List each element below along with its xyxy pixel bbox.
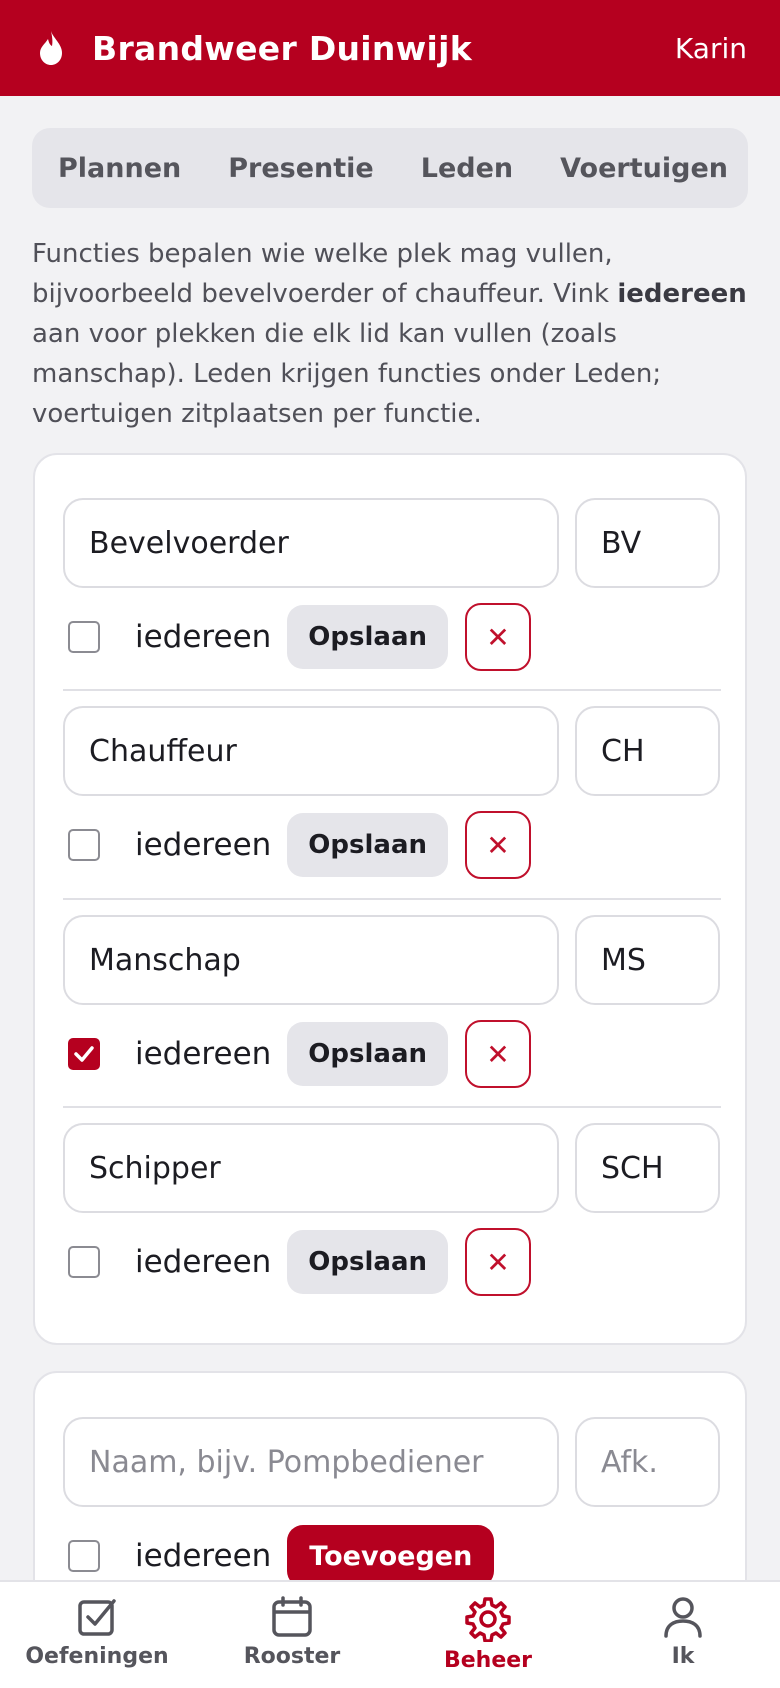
checkmark-icon [74,1046,94,1062]
everyone-label: iedereen [135,1538,272,1574]
function-name-input[interactable]: Bevelvoerder [63,498,559,588]
close-icon: ✕ [486,1245,510,1279]
delete-button[interactable]: ✕ [465,1228,531,1296]
delete-button[interactable]: ✕ [465,811,531,879]
close-icon: ✕ [486,620,510,654]
function-name-input[interactable]: Manschap [63,915,559,1005]
app-header: Brandweer Duinwijk Karin [0,0,780,96]
everyone-checkbox[interactable] [68,829,100,861]
checkbox-icon [78,1599,116,1636]
save-button[interactable]: Opslaan [287,1230,448,1294]
function-abbr-input[interactable]: MS [575,915,720,1005]
intro-text: Functies bepalen wie welke plek mag vull… [32,234,748,434]
nav-label: Beheer [443,1648,533,1673]
everyone-checkbox[interactable] [68,621,100,653]
add-button[interactable]: Toevoegen [287,1525,495,1587]
new-function-abbr-input[interactable]: Afk. [575,1417,720,1507]
admin-tabs: Plannen Presentie Leden Voertuigen [32,128,748,208]
everyone-label: iedereen [135,619,272,655]
everyone-checkbox[interactable] [68,1246,100,1278]
everyone-checkbox[interactable] [68,1540,100,1572]
function-abbr-input[interactable]: BV [575,498,720,588]
tab-voertuigen[interactable]: Voertuigen [560,153,728,184]
function-name-input[interactable]: Schipper [63,1123,559,1213]
gear-icon [465,1597,511,1642]
user-name[interactable]: Karin [675,32,747,65]
save-button[interactable]: Opslaan [287,1022,448,1086]
nav-label: Rooster [243,1644,341,1669]
tab-presentie[interactable]: Presentie [228,153,374,184]
function-name-input[interactable]: Chauffeur [63,706,559,796]
everyone-checkbox[interactable] [68,1038,100,1070]
close-icon: ✕ [486,1037,510,1071]
intro-text-part: Functies bepalen wie welke plek mag vull… [32,239,618,309]
everyone-label: iedereen [135,827,272,863]
nav-rooster[interactable]: Rooster [197,1596,387,1669]
function-abbr-input[interactable]: CH [575,706,720,796]
calendar-icon [272,1596,312,1637]
bottom-nav: Oefeningen Rooster Beheer Ik [0,1580,780,1688]
delete-button[interactable]: ✕ [465,1020,531,1088]
intro-text-bold: iedereen [617,279,747,309]
new-function-name-input[interactable]: Naam, bijv. Pompbediener [63,1417,559,1507]
person-icon [664,1597,702,1638]
nav-oefeningen[interactable]: Oefeningen [2,1596,192,1669]
function-abbr-input[interactable]: SCH [575,1123,720,1213]
everyone-label: iedereen [135,1244,272,1280]
tab-leden[interactable]: Leden [421,153,513,184]
nav-ik[interactable]: Ik [588,1596,778,1669]
close-icon: ✕ [486,828,510,862]
flame-icon [38,28,70,68]
save-button[interactable]: Opslaan [287,813,448,877]
function-row: Schipper SCH iedereen Opslaan ✕ [63,1123,721,1315]
delete-button[interactable]: ✕ [465,603,531,671]
app-title: Brandweer Duinwijk [92,28,472,68]
save-button[interactable]: Opslaan [287,605,448,669]
divider [63,898,721,900]
function-row: Manschap MS iedereen Opslaan ✕ [63,915,721,1107]
function-row: Bevelvoerder BV iedereen Opslaan ✕ [63,498,721,690]
functions-card: Bevelvoerder BV iedereen Opslaan ✕ Chauf… [33,453,747,1345]
tab-plannen[interactable]: Plannen [58,153,181,184]
nav-label: Ik [671,1644,695,1669]
nav-label: Oefeningen [25,1644,169,1669]
intro-text-part: aan voor plekken die elk lid kan vullen … [32,319,662,429]
divider [63,1106,721,1108]
everyone-label: iedereen [135,1036,272,1072]
function-row: Chauffeur CH iedereen Opslaan ✕ [63,706,721,898]
nav-beheer[interactable]: Beheer [393,1596,583,1673]
divider [63,689,721,691]
